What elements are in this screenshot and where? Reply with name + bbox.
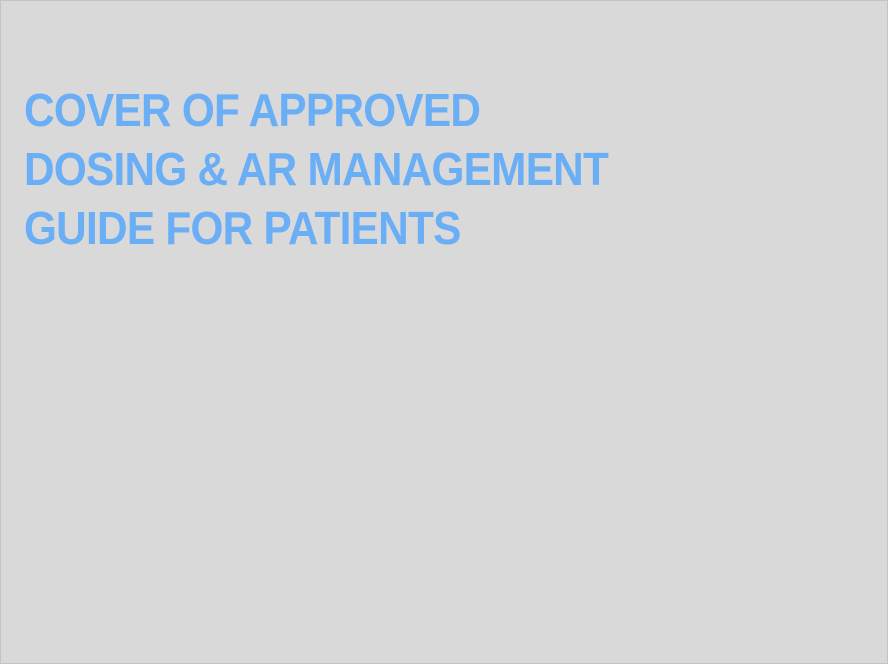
title-line-1: COVER OF APPROVED [24,84,481,136]
title-line-3: GUIDE FOR PATIENTS [24,202,461,254]
placeholder-title: COVER OF APPROVED DOSING & AR MANAGEMENT… [24,81,659,258]
title-line-2: DOSING & AR MANAGEMENT [24,143,609,195]
cover-placeholder-panel: COVER OF APPROVED DOSING & AR MANAGEMENT… [0,0,888,664]
